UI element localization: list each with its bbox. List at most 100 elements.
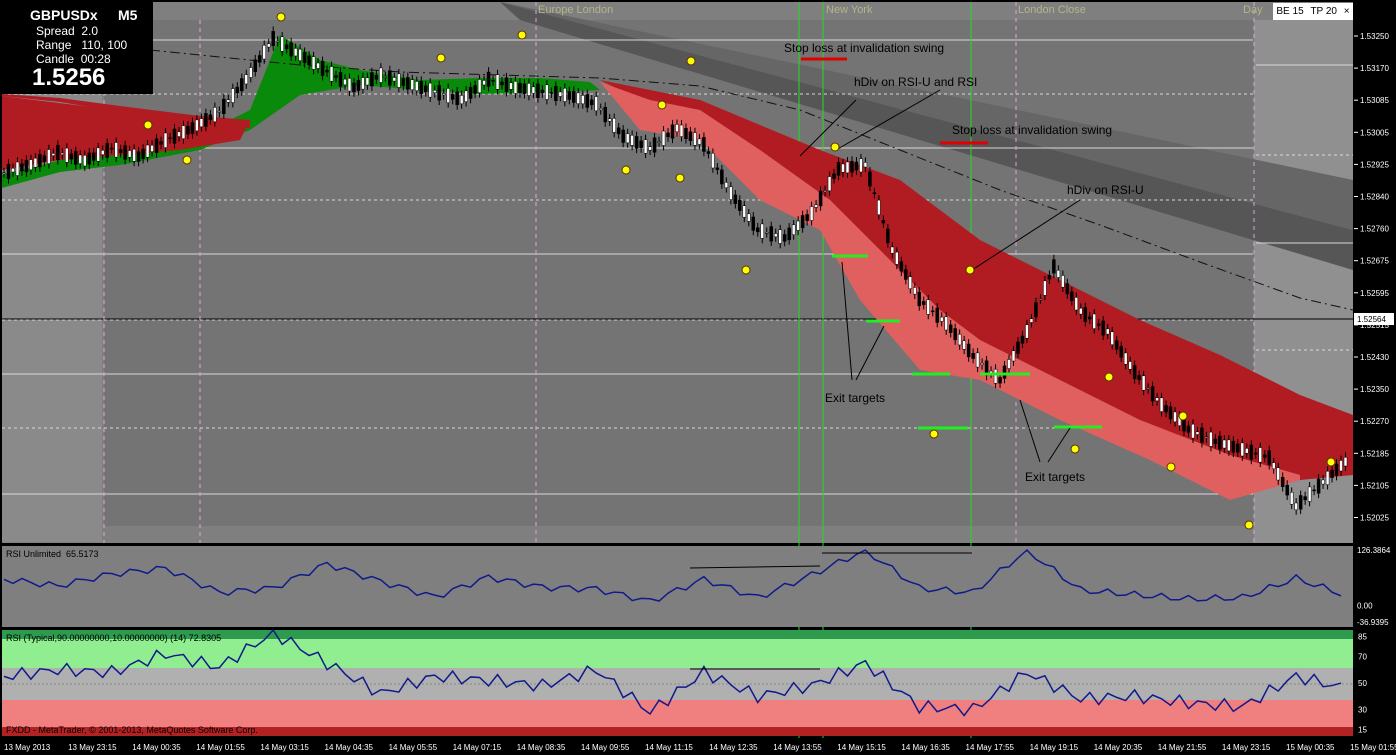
candle-body (648, 146, 652, 151)
candle-body (136, 151, 141, 162)
candle-body (123, 145, 127, 160)
candle-body (1213, 438, 1218, 444)
time-tick-label: 14 May 23:15 (1222, 743, 1271, 752)
candle-body (1123, 352, 1128, 365)
rsi-tick-label: 85 (1358, 633, 1367, 642)
candle-body (612, 118, 616, 133)
candle-body (657, 141, 661, 143)
time-tick-label: 14 May 19:15 (1030, 743, 1079, 752)
candle-body (307, 55, 311, 65)
candle-body (590, 99, 594, 106)
candle-body (172, 128, 177, 144)
candle-body (33, 157, 38, 168)
candle-body (675, 124, 679, 133)
close-icon[interactable]: × (1344, 6, 1350, 17)
current-price-label: 1.52564 (1357, 315, 1386, 324)
candle-body (603, 106, 607, 123)
symbol-label: GBPUSDx (30, 7, 98, 23)
candle-body (724, 182, 729, 189)
time-tick-label: 15 May 01:55 (1350, 743, 1396, 752)
annotation-hdiv-2: hDiv on RSI-U (1067, 183, 1144, 197)
candle-body (1303, 496, 1307, 501)
candle-body (1016, 341, 1020, 354)
candle-body (756, 227, 760, 233)
candle-body (585, 94, 590, 108)
rsiu-tick-label: 126.3864 (1357, 546, 1391, 555)
candle-body (329, 66, 334, 82)
candle-body (343, 78, 347, 86)
candle-body (1227, 439, 1231, 452)
candle-body (1240, 442, 1245, 457)
candle-body (751, 216, 756, 231)
candle-body (1137, 375, 1141, 380)
candle-body (410, 79, 415, 91)
candle-body (450, 94, 455, 100)
candle-body (1146, 387, 1150, 390)
candle-body (388, 70, 392, 86)
trade-tag-box[interactable]: BE 15 TP 20 × (1273, 3, 1353, 20)
copyright-label: FXDD - MetaTrader, © 2001-2013, MetaQuot… (6, 725, 258, 735)
candle-body (1222, 439, 1227, 449)
candle-body (257, 55, 262, 63)
candle-body (2, 172, 6, 175)
candle-body (764, 232, 769, 234)
time-tick-label: 14 May 13:55 (773, 743, 822, 752)
session-day: Day (1243, 4, 1263, 16)
range-row: Range 110, 100 (36, 38, 128, 52)
candle-body (1321, 479, 1325, 485)
candle-body (868, 171, 872, 187)
candle-body (1047, 275, 1052, 280)
candle-body (446, 88, 450, 103)
candle-body (240, 78, 244, 92)
candle-body (1155, 397, 1159, 402)
candle-body (1150, 386, 1155, 402)
rsi-tick-label: 30 (1358, 706, 1367, 715)
bid-price: 1.5256 (32, 64, 106, 91)
annotation-hdiv-1: hDiv on RSI-U and RSI (854, 75, 978, 89)
candle-body (1294, 502, 1298, 511)
candle-body (370, 72, 374, 87)
candle-body (1168, 406, 1173, 420)
candle-body (1141, 375, 1146, 391)
candle-body (1339, 460, 1343, 472)
candle-body (145, 144, 150, 158)
price-tick-label: 1.52840 (1360, 193, 1389, 202)
rsi-tick-label: 70 (1358, 653, 1367, 662)
candle-body (796, 220, 800, 231)
candle-body (778, 229, 782, 244)
candle-body (733, 194, 738, 204)
candle-body (78, 154, 83, 164)
time-tick-label: 15 May 00:35 (1286, 743, 1335, 752)
candle-body (1298, 495, 1303, 510)
candle-body (1343, 457, 1348, 467)
candle-body (56, 144, 60, 161)
candle-body (881, 220, 886, 224)
candle-body (953, 328, 957, 341)
candle-body (980, 362, 984, 366)
candle-body (1307, 486, 1312, 502)
candle-body (127, 150, 132, 158)
time-tick-label: 14 May 15:15 (837, 743, 886, 752)
candle-body (163, 132, 168, 148)
price-tick-label: 1.53170 (1360, 64, 1389, 73)
candle-body (1195, 431, 1200, 435)
candle-body (975, 352, 980, 368)
candle-body (325, 70, 329, 73)
candle-body (747, 213, 751, 222)
rsiu-tick-label: -36.9395 (1357, 618, 1389, 627)
candle-body (20, 163, 24, 172)
candle-body (540, 89, 545, 94)
candle-body (1316, 478, 1321, 494)
candle-body (311, 56, 316, 70)
candle-body (401, 78, 406, 86)
candle-body (473, 85, 477, 94)
candle-body (298, 48, 302, 61)
candle-body (177, 131, 181, 137)
price-tick-label: 1.53085 (1360, 96, 1389, 105)
candle-body (877, 199, 881, 215)
annotation-stop-loss-2: Stop loss at invalidation swing (952, 123, 1113, 137)
candle-body (841, 163, 845, 173)
candle-body (509, 82, 513, 90)
candle-body (1271, 462, 1276, 470)
candle-body (666, 132, 670, 138)
